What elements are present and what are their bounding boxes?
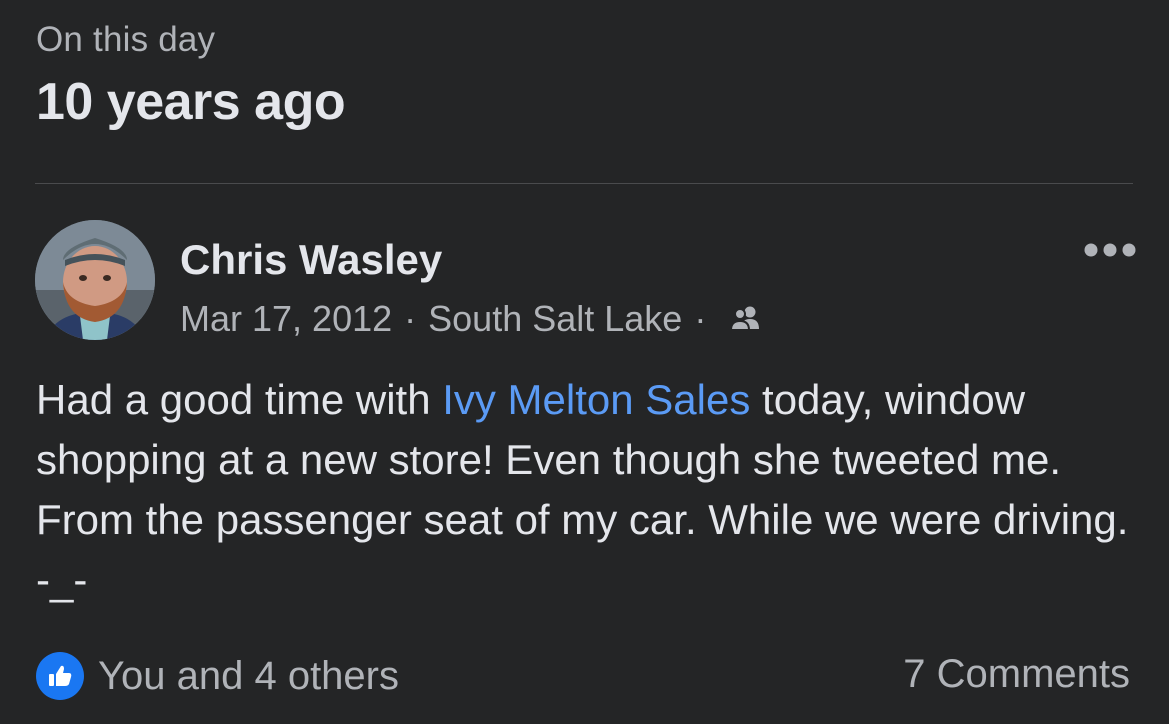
post-location[interactable]: South Salt Lake — [428, 298, 682, 340]
mention-link[interactable]: Ivy Melton Sales — [442, 376, 750, 423]
friends-icon — [728, 301, 764, 337]
post-date[interactable]: Mar 17, 2012 — [180, 298, 392, 340]
post-text-before: Had a good time with — [36, 376, 443, 423]
like-icon — [36, 652, 84, 700]
more-options-button[interactable] — [1082, 234, 1138, 266]
meta-separator: · — [404, 298, 417, 339]
comments-count-link[interactable]: 7 Comments — [903, 652, 1130, 697]
post-author[interactable]: Chris Wasley — [180, 236, 442, 284]
meta-separator: · — [694, 298, 707, 339]
more-horizontal-icon — [1084, 243, 1136, 257]
avatar[interactable] — [35, 220, 155, 340]
memories-subtitle: On this day — [36, 20, 216, 59]
avatar-photo — [35, 220, 155, 340]
post-meta: Mar 17, 2012 · South Salt Lake · — [180, 298, 764, 340]
reactions-label: You and 4 others — [98, 653, 399, 698]
memories-title: 10 years ago — [36, 73, 346, 131]
post-text: Had a good time with Ivy Melton Sales to… — [36, 370, 1136, 610]
reactions-summary[interactable]: You and 4 others — [36, 652, 399, 700]
divider — [35, 183, 1133, 184]
